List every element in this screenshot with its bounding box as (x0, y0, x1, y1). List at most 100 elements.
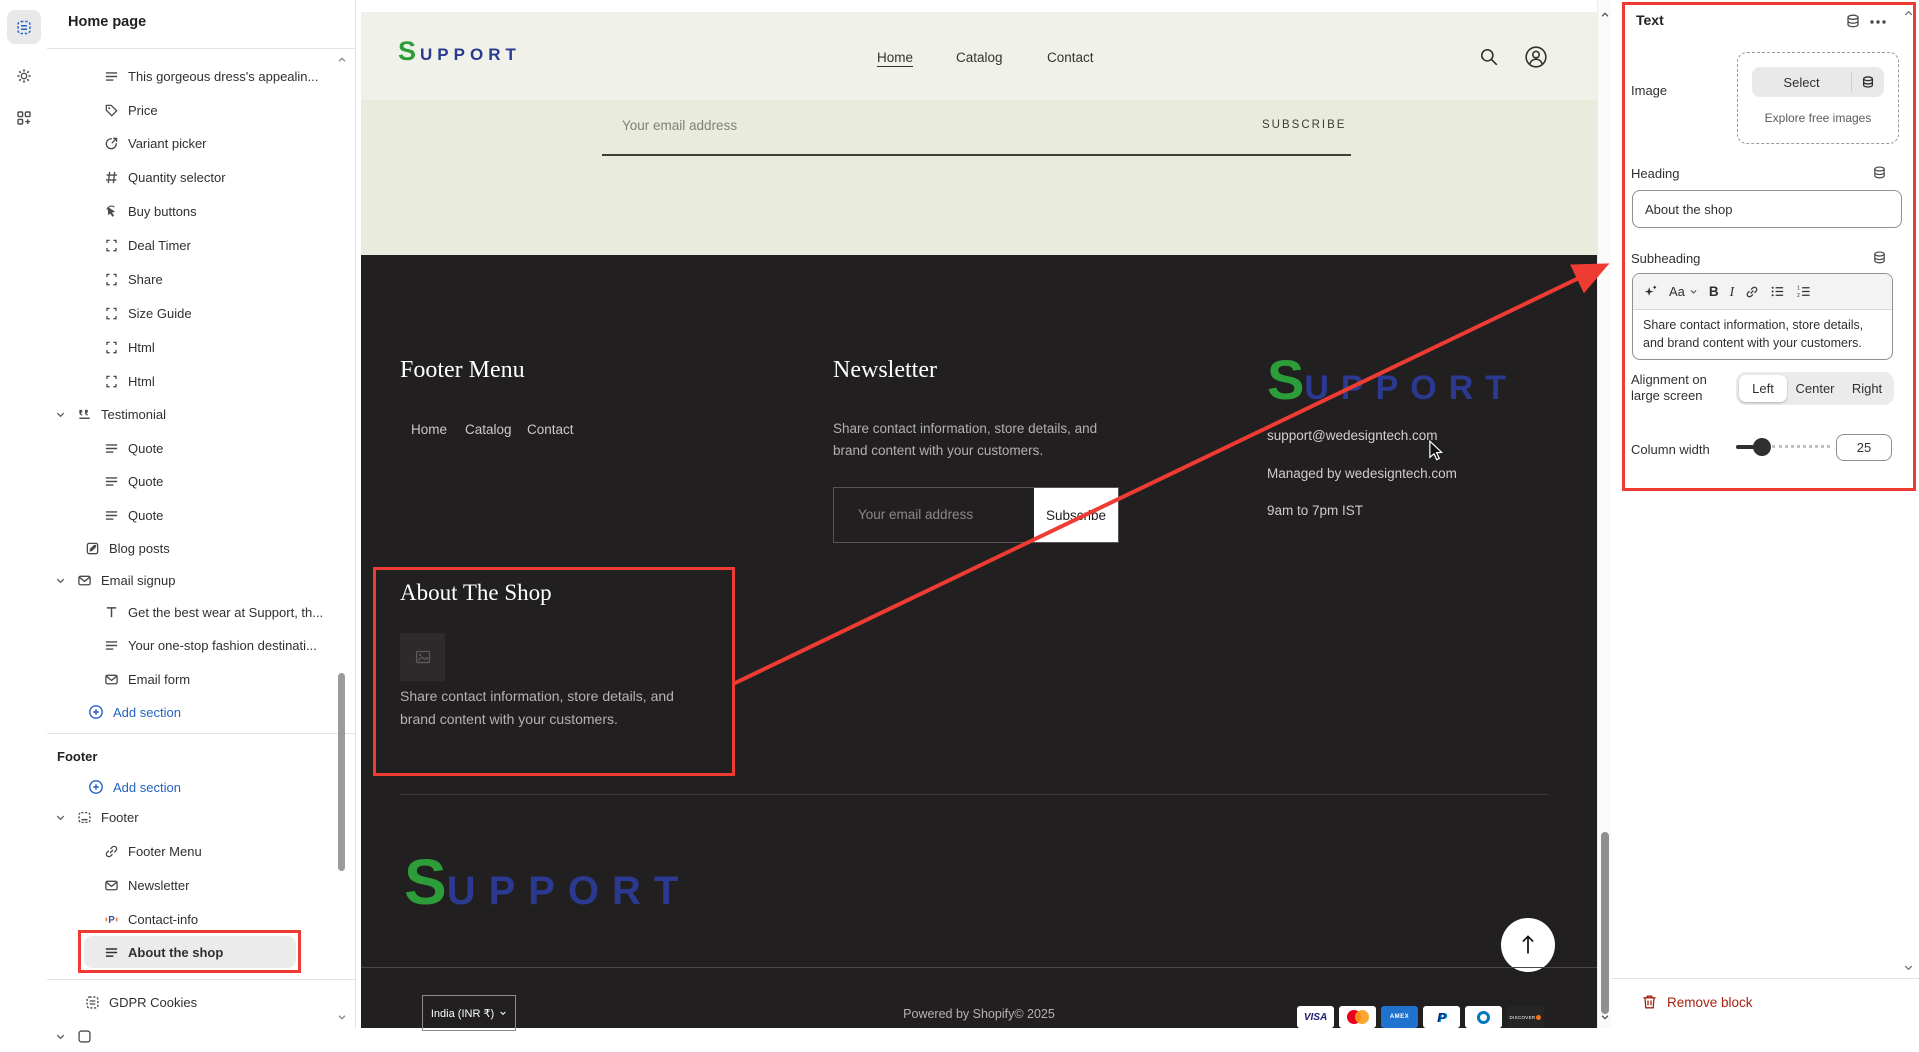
svg-text:P: P (108, 914, 115, 925)
sidebar-scroll-thumb[interactable] (338, 673, 345, 871)
visa-icon: VISA (1297, 1006, 1334, 1028)
sidebar-item-signup-heading[interactable]: Get the best wear at Support, th... (103, 596, 323, 628)
sidebar-scrollbar[interactable] (334, 0, 350, 1028)
powered-by-text: Powered by Shopify© 2025 (761, 1007, 1197, 1021)
chevron-down-icon[interactable] (55, 1031, 67, 1042)
app-block-brackets-icon (103, 237, 119, 253)
footer-bottom-logo: SUPPORT (404, 850, 691, 914)
chevron-down-icon[interactable] (55, 812, 67, 823)
signup-subscribe-button[interactable]: SUBSCRIBE (1262, 119, 1346, 131)
sidebar-item-testimonial[interactable]: Testimonial (55, 398, 166, 430)
country-selector[interactable]: India (INR ₹) (422, 995, 516, 1031)
footer-newsletter-title: Newsletter (833, 357, 937, 384)
app-block-brackets-icon (103, 271, 119, 287)
add-section-button-template[interactable]: Add section (88, 696, 181, 728)
envelope-icon (103, 671, 119, 687)
back-to-top-button[interactable] (1501, 918, 1555, 972)
preview-scroll-thumb[interactable] (1601, 832, 1609, 1014)
text-lines-icon (103, 68, 119, 84)
price-tag-icon (103, 102, 119, 118)
signup-underline (602, 154, 1351, 156)
arrow-up-icon (1518, 934, 1538, 956)
annotation-box-sidebar-item (78, 930, 301, 973)
footer-link-catalog[interactable]: Catalog (465, 422, 512, 437)
text-lines-icon (103, 473, 119, 489)
sidebar-item-heading-text[interactable]: This gorgeous dress's appealin... (103, 60, 318, 92)
nav-home[interactable]: Home (877, 50, 913, 65)
gear-icon (16, 68, 32, 84)
sidebar-item-deal-timer[interactable]: Deal Timer (103, 229, 191, 261)
add-section-button-footer[interactable]: Add section (88, 771, 181, 803)
annotation-box-settings-panel (1622, 2, 1916, 491)
sidebar-item-blog-posts[interactable]: Blog posts (84, 532, 170, 564)
footer-email-input[interactable]: Your email address (858, 507, 973, 522)
panel-scroll-down-icon (1903, 962, 1914, 973)
envelope-icon (76, 572, 92, 588)
rail-sections-button[interactable] (7, 10, 41, 44)
app-block-brackets-icon (103, 373, 119, 389)
footer-divider (400, 794, 1549, 795)
footer-link-home[interactable]: Home (411, 422, 447, 437)
sidebar-item-size-guide[interactable]: Size Guide (103, 297, 192, 329)
preview-header: SUPPORT Home Catalog Contact (361, 12, 1597, 100)
mastercard-icon (1339, 1006, 1376, 1028)
footer-managed-text: Managed by wedesigntech.com (1267, 466, 1457, 481)
footer-brand-logo: SUPPORT (1267, 352, 1518, 408)
sidebar-item-footer-section[interactable]: Footer (55, 801, 139, 833)
sidebar-item-footer-menu[interactable]: Footer Menu (103, 835, 202, 867)
footer-newsletter-text: Share contact information, store details… (833, 418, 1133, 461)
sidebar-item-html-1[interactable]: Html (103, 331, 155, 363)
account-icon[interactable] (1524, 45, 1548, 69)
footer-menu-title: Footer Menu (400, 357, 525, 384)
nav-catalog[interactable]: Catalog (956, 50, 1003, 65)
text-T-icon (103, 604, 119, 620)
sidebar-item-gdpr-cookies[interactable]: GDPR Cookies (84, 986, 197, 1018)
sidebar-item-quantity-selector[interactable]: Quantity selector (103, 161, 226, 193)
sidebar-item-newsletter[interactable]: Newsletter (103, 869, 189, 901)
preview-scrollbar[interactable] (1597, 0, 1612, 1028)
plus-circle-icon (88, 704, 104, 720)
sidebar-item-quote-3[interactable]: Quote (103, 499, 163, 531)
nav-contact[interactable]: Contact (1047, 50, 1094, 65)
variant-picker-icon (103, 135, 119, 151)
text-lines-icon (103, 637, 119, 653)
envelope-icon (103, 877, 119, 893)
section-icon (76, 1028, 92, 1044)
sidebar-item-variant-picker[interactable]: Variant picker (103, 127, 207, 159)
footer-subscribe-button[interactable]: Subscribe (1034, 488, 1118, 542)
search-icon[interactable] (1479, 47, 1499, 67)
scroll-down-icon (1600, 1012, 1610, 1022)
remove-block-button[interactable]: Remove block (1642, 994, 1753, 1010)
sidebar-item-quote-2[interactable]: Quote (103, 465, 163, 497)
app-contact-info-icon: P (103, 911, 119, 927)
blog-posts-icon (84, 540, 100, 556)
sidebar-item-signup-subtext[interactable]: Your one-stop fashion destinati... (103, 629, 317, 661)
sidebar-item-price[interactable]: Price (103, 94, 158, 126)
payment-icons: VISA AMEX P DISCOVER (1297, 1006, 1544, 1028)
footer-link-contact[interactable]: Contact (527, 422, 574, 437)
rail-settings-button[interactable] (14, 66, 34, 86)
chevron-down-icon[interactable] (55, 575, 67, 586)
chevron-down-icon[interactable] (55, 409, 67, 420)
sidebar-item-buy-buttons[interactable]: Buy buttons (103, 195, 197, 227)
rail-apps-button[interactable] (14, 108, 34, 128)
sidebar-item-html-2[interactable]: Html (103, 365, 155, 397)
sidebar-item-share[interactable]: Share (103, 263, 163, 295)
shop-logo[interactable]: SUPPORT (398, 38, 521, 65)
footer-hours-text: 9am to 7pm IST (1267, 503, 1363, 518)
sidebar-item-quote-1[interactable]: Quote (103, 432, 163, 464)
footer-section-icon (76, 809, 92, 825)
testimonial-icon (76, 406, 92, 422)
app-block-brackets-icon (103, 305, 119, 321)
sidebar-item-clipped[interactable] (55, 1020, 92, 1052)
app-blocks-icon (16, 110, 32, 126)
cursor-click-icon (103, 203, 119, 219)
link-icon (103, 843, 119, 859)
sidebar-item-email-form[interactable]: Email form (103, 663, 190, 695)
footer-email-link[interactable]: support@wedesigntech.com (1267, 428, 1438, 443)
sidebar-item-email-signup[interactable]: Email signup (55, 564, 175, 596)
discover-icon: DISCOVER (1507, 1006, 1544, 1028)
text-lines-icon (103, 440, 119, 456)
shopify-theme-editor: { "annotation": { "color": "#ee3b33" }, … (0, 0, 1919, 1028)
signup-email-placeholder[interactable]: Your email address (622, 118, 737, 133)
